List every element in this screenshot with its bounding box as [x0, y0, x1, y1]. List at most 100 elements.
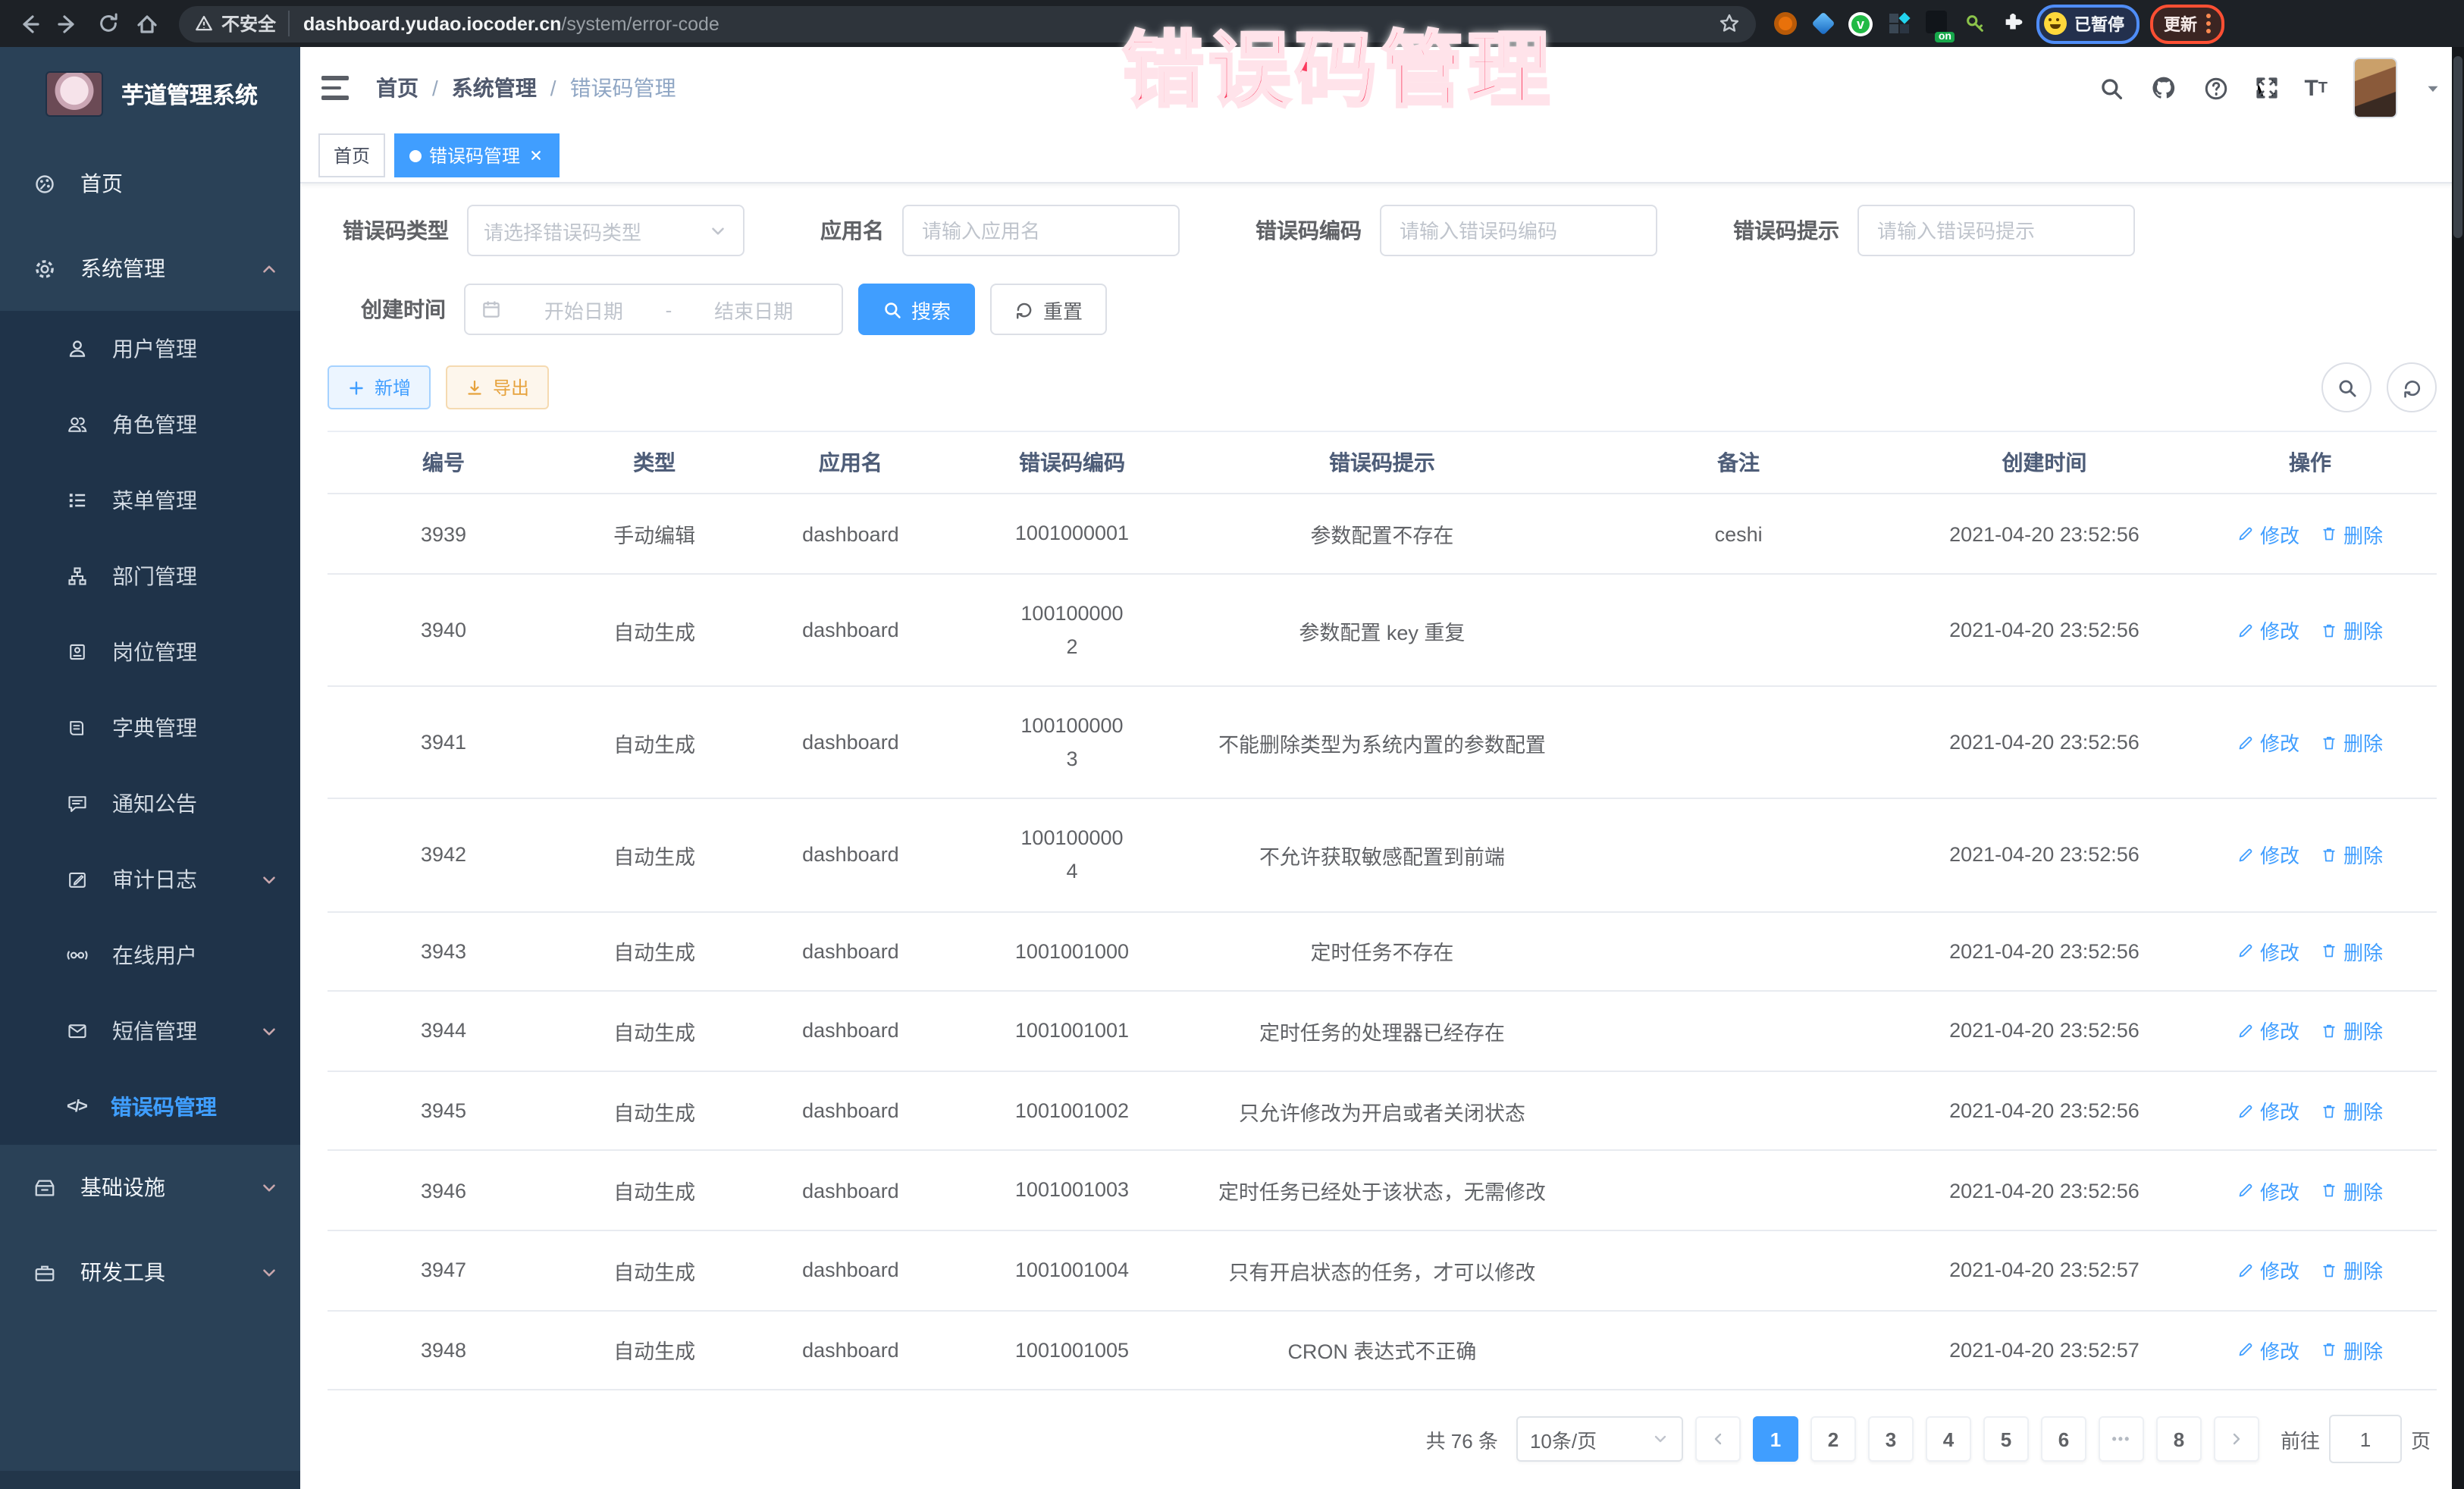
- avatar-caret-down-icon[interactable]: [2423, 78, 2443, 98]
- sidebar-item-roles[interactable]: 角色管理: [0, 387, 300, 462]
- comment-icon: [67, 793, 88, 814]
- edit-link[interactable]: 修改: [2237, 616, 2299, 644]
- goto-page-input[interactable]: [2329, 1415, 2402, 1463]
- create-time-range-picker[interactable]: 开始日期 - 结束日期: [464, 284, 843, 335]
- delete-link[interactable]: 删除: [2321, 937, 2383, 966]
- add-button[interactable]: 新增: [328, 365, 431, 409]
- delete-link[interactable]: 删除: [2321, 1255, 2383, 1284]
- page-button-2[interactable]: 2: [1810, 1416, 1856, 1462]
- delete-link[interactable]: 删除: [2321, 1096, 2383, 1125]
- app-name-input[interactable]: [919, 218, 1163, 243]
- breadcrumb-system[interactable]: 系统管理: [452, 73, 537, 103]
- sidebar-item-audit-log[interactable]: 审计日志: [0, 842, 300, 917]
- help-icon[interactable]: [2202, 75, 2228, 101]
- page-button-5[interactable]: 5: [1983, 1416, 2029, 1462]
- edit-link[interactable]: 修改: [2237, 1255, 2299, 1284]
- fullscreen-icon[interactable]: [2254, 76, 2278, 100]
- page-button-8[interactable]: 8: [2156, 1416, 2202, 1462]
- sidebar-item-infrastructure[interactable]: 基础设施: [0, 1145, 300, 1230]
- extension-vue-devtools-icon[interactable]: v: [1847, 10, 1874, 37]
- sidebar-item-system[interactable]: 系统管理: [0, 226, 300, 311]
- sidebar-item-departments[interactable]: 部门管理: [0, 538, 300, 614]
- reset-button[interactable]: 重置: [990, 284, 1107, 335]
- extension-orange-icon[interactable]: [1771, 10, 1798, 37]
- browser-update-button[interactable]: 更新: [2150, 4, 2224, 43]
- browser-home-button[interactable]: [127, 4, 167, 43]
- page-ellipsis-button[interactable]: •••: [2099, 1416, 2144, 1462]
- col-actions: 操作: [2183, 434, 2437, 491]
- sidebar-item-positions[interactable]: 岗位管理: [0, 614, 300, 690]
- user-avatar[interactable]: [2353, 58, 2397, 118]
- sidebar-item-error-code[interactable]: </>错误码管理: [0, 1069, 300, 1145]
- pencil-icon: [2237, 1261, 2256, 1279]
- error-code-input[interactable]: [1397, 218, 1641, 243]
- tab-error-code[interactable]: 错误码管理: [394, 133, 560, 177]
- breadcrumb-home[interactable]: 首页: [376, 73, 419, 103]
- error-hint-input[interactable]: [1874, 218, 2118, 243]
- header-search-icon[interactable]: [2098, 75, 2124, 101]
- delete-link[interactable]: 删除: [2321, 841, 2383, 870]
- tab-home[interactable]: 首页: [318, 133, 385, 177]
- pencil-icon: [2237, 1102, 2256, 1120]
- extension-on-badge-icon[interactable]: on: [1923, 10, 1950, 37]
- sidebar-item-dev-tools[interactable]: 研发工具: [0, 1230, 300, 1315]
- browser-scrollbar[interactable]: [2452, 47, 2464, 1489]
- extension-key-icon[interactable]: [1961, 10, 1988, 37]
- page-button-4[interactable]: 4: [1926, 1416, 1971, 1462]
- cell-type: 自动生成: [560, 1312, 749, 1388]
- browser-reload-button[interactable]: [88, 4, 127, 43]
- extension-grid-icon[interactable]: [1885, 10, 1912, 37]
- app-logo-row[interactable]: 芋道管理系统: [0, 47, 300, 141]
- breadcrumb-current: 错误码管理: [570, 73, 676, 103]
- edit-link[interactable]: 修改: [2237, 1096, 2299, 1125]
- sidebar-item-notices[interactable]: 通知公告: [0, 766, 300, 842]
- sidebar-item-sms[interactable]: 短信管理: [0, 993, 300, 1069]
- delete-link[interactable]: 删除: [2321, 519, 2383, 548]
- delete-link[interactable]: 删除: [2321, 1336, 2383, 1365]
- page-button-3[interactable]: 3: [1868, 1416, 1914, 1462]
- cell-time: 2021-04-20 23:52:57: [1905, 1236, 2183, 1304]
- delete-link[interactable]: 删除: [2321, 1017, 2383, 1045]
- navbar-actions: TT: [2098, 58, 2443, 118]
- sidebar-item-home[interactable]: 首页: [0, 141, 300, 226]
- page-size-select[interactable]: 10条/页: [1516, 1416, 1683, 1462]
- export-button[interactable]: 导出: [446, 365, 549, 409]
- next-page-button[interactable]: [2214, 1416, 2259, 1462]
- sidebar-item-dictionary[interactable]: 字典管理: [0, 690, 300, 766]
- toggle-search-button[interactable]: [2321, 362, 2372, 412]
- browser-forward-button[interactable]: [49, 4, 88, 43]
- page-button-6[interactable]: 6: [2041, 1416, 2086, 1462]
- delete-link[interactable]: 删除: [2321, 729, 2383, 757]
- edit-link[interactable]: 修改: [2237, 841, 2299, 870]
- delete-link[interactable]: 删除: [2321, 616, 2383, 644]
- edit-link[interactable]: 修改: [2237, 1017, 2299, 1045]
- edit-link[interactable]: 修改: [2237, 1336, 2299, 1365]
- search-button[interactable]: 搜索: [858, 284, 975, 335]
- bookmark-star-icon[interactable]: [1718, 12, 1741, 35]
- page-button-1[interactable]: 1: [1753, 1416, 1798, 1462]
- extensions-puzzle-icon[interactable]: [1998, 10, 2026, 37]
- prev-page-button[interactable]: [1695, 1416, 1741, 1462]
- font-size-icon[interactable]: TT: [2304, 75, 2328, 101]
- sidebar-item-users[interactable]: 用户管理: [0, 311, 300, 387]
- refresh-table-button[interactable]: [2387, 362, 2437, 412]
- warning-icon: [194, 14, 214, 33]
- not-secure-warning[interactable]: 不安全: [194, 11, 290, 36]
- edit-link[interactable]: 修改: [2237, 519, 2299, 548]
- scrollbar-thumb[interactable]: [2453, 56, 2462, 238]
- sidebar-item-online-users[interactable]: 在线用户: [0, 917, 300, 993]
- error-type-select[interactable]: 请选择错误码类型: [467, 205, 745, 256]
- edit-link[interactable]: 修改: [2237, 729, 2299, 757]
- edit-link[interactable]: 修改: [2237, 1176, 2299, 1205]
- extension-gem-icon[interactable]: [1809, 10, 1836, 37]
- profile-paused-chip[interactable]: 已暂停: [2036, 4, 2140, 43]
- edit-link[interactable]: 修改: [2237, 937, 2299, 966]
- cell-note: [1572, 1008, 1905, 1054]
- sidebar-item-menus[interactable]: 菜单管理: [0, 462, 300, 538]
- browser-back-button[interactable]: [9, 4, 49, 43]
- hamburger-icon[interactable]: [321, 71, 355, 105]
- github-icon[interactable]: [2149, 74, 2177, 102]
- delete-link[interactable]: 删除: [2321, 1176, 2383, 1205]
- browser-menu-icon[interactable]: [2206, 14, 2211, 33]
- close-tab-icon[interactable]: [528, 147, 544, 164]
